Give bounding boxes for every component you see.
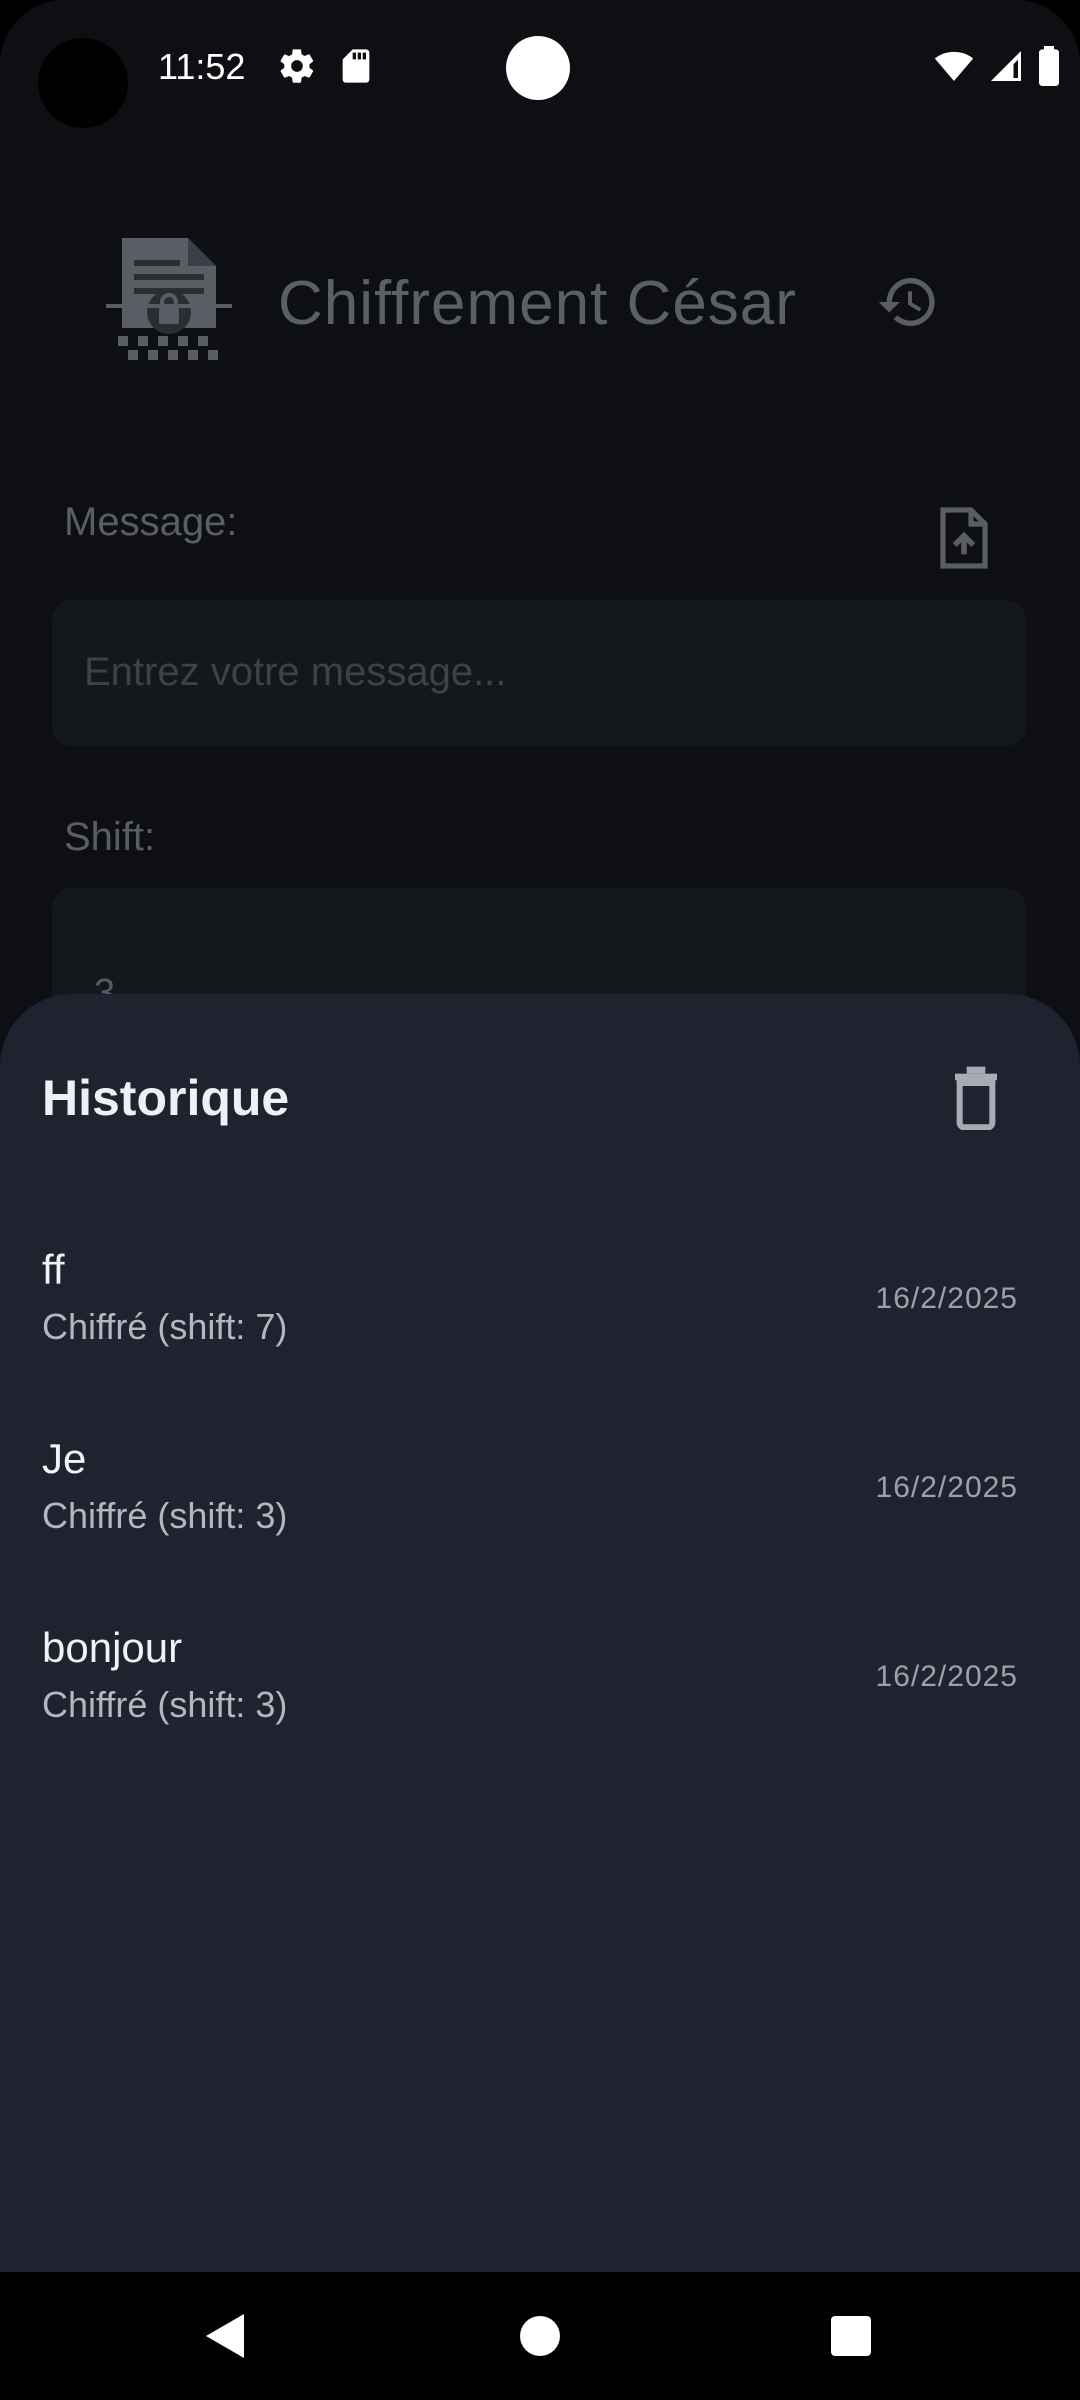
screen: 11:52 Chiffrement César Message: Entrez … [0,0,1080,2400]
history-icon[interactable] [876,270,940,334]
file-upload-icon[interactable] [936,505,992,571]
history-item-detail: Chiffré (shift: 7) [42,1306,288,1347]
encrypted-document-icon [106,238,232,360]
sd-card-icon [342,49,370,83]
history-item-date: 16/2/2025 [875,1282,1018,1315]
message-input[interactable]: Entrez votre message... [52,600,1026,746]
history-title: Historique [42,1070,290,1126]
app-title: Chiffrement César [278,269,797,338]
history-item-date: 16/2/2025 [875,1471,1018,1504]
settings-gear-icon [280,49,314,83]
history-item[interactable]: ff Chiffré (shift: 7) 16/2/2025 [0,1246,1080,1406]
home-icon[interactable] [520,2316,560,2356]
history-item-detail: Chiffré (shift: 3) [42,1684,288,1725]
history-item-detail: Chiffré (shift: 3) [42,1495,288,1536]
wifi-icon [934,51,974,81]
history-item-text: bonjour [42,1624,183,1671]
recents-icon[interactable] [831,2316,871,2356]
history-item[interactable]: Je Chiffré (shift: 3) 16/2/2025 [0,1435,1080,1595]
status-time: 11:52 [158,46,246,87]
front-camera-indicator [506,36,570,100]
history-item[interactable]: bonjour Chiffré (shift: 3) 16/2/2025 [0,1624,1080,1784]
history-item-text: Je [42,1435,87,1482]
history-item-date: 16/2/2025 [875,1660,1018,1693]
back-icon[interactable] [206,2314,244,2358]
history-bottom-sheet: Historique ff Chiffré (shift: 7) 16/2/20… [0,994,1080,2274]
status-bar: 11:52 [0,0,1080,140]
battery-icon [1039,46,1059,86]
navigation-bar [0,2272,1080,2400]
status-right-icons [934,46,1060,86]
message-label: Message: [64,500,238,544]
cellular-signal-icon [991,51,1021,81]
shift-label: Shift: [64,815,156,859]
history-item-text: ff [42,1246,65,1293]
trash-icon[interactable] [948,1064,1004,1130]
message-placeholder: Entrez votre message... [84,650,507,694]
camera-cutout [38,38,128,128]
